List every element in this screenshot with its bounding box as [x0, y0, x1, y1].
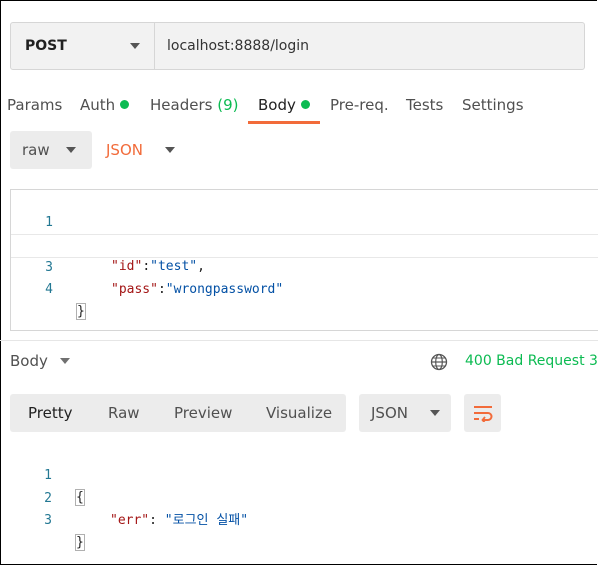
tab-body[interactable]: Body	[258, 92, 310, 118]
active-tab-indicator	[248, 121, 320, 124]
tab-settings-label: Settings	[462, 96, 524, 114]
request-bar: POST localhost:8888/login	[10, 22, 585, 70]
code-line: 1 {	[10, 443, 590, 506]
json-value: "wrongpassword"	[165, 282, 284, 297]
body-mode-label: raw	[22, 141, 50, 159]
code-line-active: 3 "pass":"wrongpassword"	[11, 234, 598, 297]
chevron-down-icon	[59, 358, 70, 364]
url-input[interactable]: localhost:8888/login	[155, 23, 584, 69]
body-language-select[interactable]: JSON	[106, 131, 175, 169]
json-value: "로그인 실패"	[164, 513, 249, 528]
code-line: 1 {	[11, 190, 598, 253]
json-key: "pass"	[111, 282, 158, 297]
response-format-select[interactable]: JSON	[359, 394, 451, 432]
tab-headers-label: Headers	[150, 96, 213, 114]
response-body-viewer[interactable]: 1 { 2 "err": "로그인 실패" 3 }	[10, 443, 590, 551]
response-format-label: JSON	[371, 404, 408, 422]
response-section-label: Body	[10, 352, 48, 370]
response-view-tabs: Pretty Raw Preview Visualize	[10, 394, 346, 432]
json-colon: :	[149, 513, 165, 528]
code-line: 3 }	[10, 488, 590, 551]
code-line: 2 "id":"test",	[11, 212, 598, 274]
json-key: "err"	[110, 513, 150, 528]
url-text: localhost:8888/login	[167, 38, 310, 54]
code-line: 4 }	[11, 257, 598, 320]
tab-pretty[interactable]: Pretty	[28, 394, 73, 432]
line-number: 4	[45, 282, 53, 297]
tab-preview[interactable]: Preview	[174, 394, 232, 432]
wrap-lines-button[interactable]	[464, 394, 501, 432]
code-line: 2 "err": "로그인 실패"	[10, 466, 590, 528]
tab-headers[interactable]: Headers (9)	[150, 92, 238, 118]
tab-settings[interactable]: Settings	[462, 92, 524, 118]
headers-count: (9)	[217, 96, 239, 114]
globe-icon[interactable]	[430, 353, 448, 371]
tab-auth-label: Auth	[80, 96, 116, 114]
tab-prereq[interactable]: Pre-req.	[330, 92, 389, 118]
body-mode-select[interactable]: raw	[10, 131, 92, 169]
json-colon: :	[157, 282, 166, 297]
body-language-label: JSON	[106, 141, 143, 159]
tab-auth[interactable]: Auth	[80, 92, 130, 118]
divider	[0, 340, 598, 341]
wrap-icon	[473, 406, 492, 422]
method-label: POST	[25, 38, 67, 54]
chevron-down-icon	[429, 410, 440, 416]
chevron-down-icon	[66, 147, 76, 153]
chevron-down-icon	[164, 147, 175, 153]
status-dot-icon	[120, 100, 130, 109]
tab-params[interactable]: Params	[7, 92, 62, 118]
chevron-down-icon	[130, 43, 140, 49]
tab-raw[interactable]: Raw	[108, 394, 140, 432]
response-time: 3	[589, 353, 598, 369]
line-number: 3	[44, 513, 52, 528]
tab-body-label: Body	[258, 96, 296, 114]
tab-prereq-label: Pre-req.	[330, 96, 389, 114]
tab-visualize[interactable]: Visualize	[266, 394, 332, 432]
method-select[interactable]: POST	[11, 23, 155, 69]
tab-tests-label: Tests	[406, 96, 444, 114]
response-body-toggle[interactable]: Body	[10, 352, 70, 370]
close-brace: }	[75, 534, 85, 551]
tab-params-label: Params	[7, 96, 63, 114]
response-status[interactable]: 400 Bad Request	[465, 353, 585, 369]
close-brace: }	[76, 303, 86, 320]
tab-tests[interactable]: Tests	[406, 92, 443, 118]
status-dot-icon	[300, 100, 310, 109]
request-body-editor[interactable]: 1 { 2 "id":"test", 3 "pass":"wrongpasswo…	[10, 189, 598, 331]
